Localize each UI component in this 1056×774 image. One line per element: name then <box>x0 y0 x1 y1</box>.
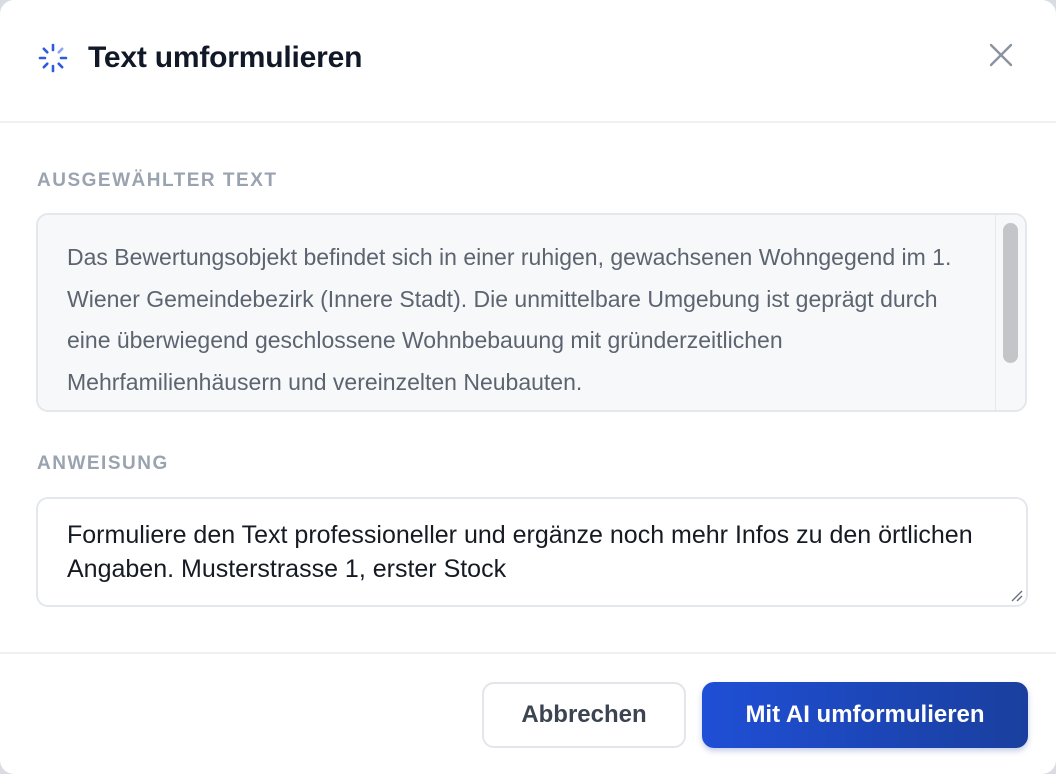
cancel-button[interactable]: Abbrechen <box>482 682 686 748</box>
instruction-label: ANWEISUNG <box>37 453 169 474</box>
dialog-title: Text umformulieren <box>88 41 363 74</box>
selected-text-scrollbar[interactable] <box>995 215 1025 410</box>
selected-text-content: Das Bewertungsobjekt befindet sich in ei… <box>67 244 952 395</box>
close-icon[interactable] <box>986 40 1016 70</box>
rephrase-with-ai-button[interactable]: Mit AI umformulieren <box>702 682 1028 748</box>
scrollbar-thumb[interactable] <box>1003 223 1018 363</box>
selected-text-area[interactable]: Das Bewertungsobjekt befindet sich in ei… <box>36 213 1027 412</box>
rephrase-dialog: Text umformulieren AUSGEWÄHLTER TEXT Das… <box>0 0 1056 774</box>
instruction-textarea[interactable]: Formuliere den Text professioneller und … <box>36 497 1028 607</box>
selected-text-label: AUSGEWÄHLTER TEXT <box>37 170 278 191</box>
footer-divider <box>0 652 1056 654</box>
instruction-value: Formuliere den Text professioneller und … <box>67 521 973 583</box>
spinner-icon <box>38 43 68 73</box>
dialog-header: Text umformulieren <box>0 0 1056 123</box>
resize-handle-icon[interactable] <box>1009 588 1023 602</box>
